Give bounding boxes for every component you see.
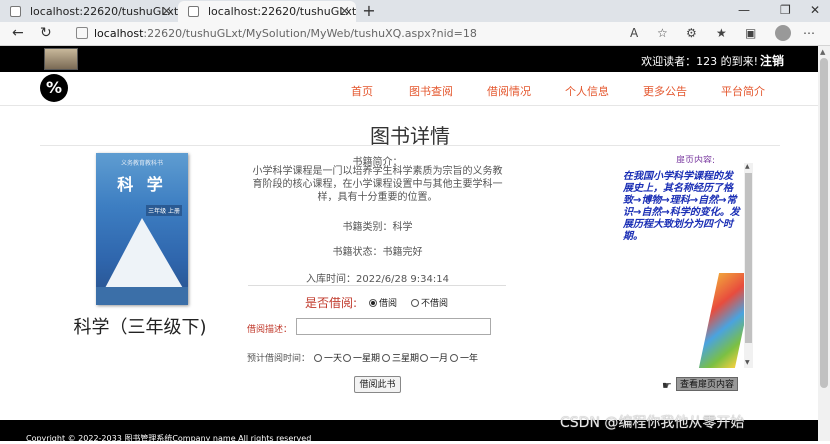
url-host: localhost xyxy=(94,27,144,40)
more-menu-icon[interactable]: ⋯ xyxy=(803,26,815,40)
nav-about[interactable]: 平台简介 xyxy=(721,83,765,99)
back-icon[interactable]: ← xyxy=(12,25,24,41)
radio-circle[interactable] xyxy=(369,298,377,307)
nav-announcements[interactable]: 更多公告 xyxy=(643,83,687,99)
flyleaf-scrollbar[interactable]: ▲ ▼ xyxy=(744,163,753,368)
plan-option-day[interactable]: 一天 xyxy=(314,351,342,364)
close-icon[interactable]: × xyxy=(339,1,350,22)
page-icon xyxy=(188,6,199,17)
divider xyxy=(248,285,506,286)
greeting-text: 欢迎读者：123 的到来! xyxy=(641,55,758,68)
book-title: 科学（三年级下) xyxy=(73,317,207,338)
desc-label: 借阅描述： xyxy=(247,325,293,335)
nav-book-search[interactable]: 图书查阅 xyxy=(409,83,453,99)
page-icon xyxy=(10,6,21,17)
view-flyleaf-button[interactable]: 查看扉页内容 xyxy=(676,377,738,391)
radio-borrow[interactable]: 借阅 xyxy=(369,296,397,309)
tab-label: localhost:22620/tushuGLxt/MySo xyxy=(30,5,178,18)
book-status: 书籍状态：书籍完好 xyxy=(332,247,423,258)
favorites-icon[interactable]: ★ xyxy=(716,26,727,40)
intro-text: 小学科学课程是一门以培养学生科学素质为宗旨的义务教育阶段的核心课程，在小学课程设… xyxy=(252,166,503,203)
site-top-bar: 欢迎读者：123 的到来! 注销 xyxy=(0,46,818,72)
profile-avatar[interactable] xyxy=(775,25,791,41)
new-tab-button[interactable]: + xyxy=(356,1,382,22)
url-field[interactable]: localhost:22620/tushuGLxt/MySolution/MyW… xyxy=(70,24,620,43)
site-logo: % xyxy=(40,74,68,102)
tab-label: localhost:22620/tushuGLxt/MySo xyxy=(208,5,356,18)
plan-label: 预计借阅时间： xyxy=(247,354,311,364)
collections-icon[interactable]: ▣ xyxy=(745,26,756,40)
borrow-label: 是否借阅: xyxy=(305,296,358,310)
radio-circle[interactable] xyxy=(411,298,419,307)
page-scrollbar[interactable]: ▲ xyxy=(818,46,830,441)
scrollbar-thumb[interactable] xyxy=(820,58,828,388)
plan-option-week[interactable]: 一星期 xyxy=(343,351,380,364)
divider xyxy=(40,145,780,146)
url-path: :22620/tushuGLxt/MySolution/MyWeb/tushuX… xyxy=(143,27,477,40)
minimize-icon[interactable]: — xyxy=(738,3,750,17)
nav-home[interactable]: 首页 xyxy=(351,83,373,99)
stock-time: 入库时间：2022/6/28 9:34:14 xyxy=(305,274,449,285)
sea-graphic xyxy=(96,287,188,305)
read-aloud-icon[interactable]: A xyxy=(630,26,638,40)
borrow-book-button[interactable]: 借阅此书 xyxy=(354,376,401,393)
reload-icon[interactable]: ↻ xyxy=(40,25,52,41)
browser-tab-bar: localhost:22620/tushuGLxt/MySo × localho… xyxy=(0,0,830,22)
nav-borrow-status[interactable]: 借阅情况 xyxy=(487,83,531,99)
favorite-star-icon[interactable]: ☆ xyxy=(657,26,668,40)
pointer-hand-icon: ☛ xyxy=(662,379,672,392)
plan-option-three-weeks[interactable]: 三星期 xyxy=(382,351,419,364)
cover-grade: 三年级 上册 xyxy=(146,205,182,216)
page-info-icon[interactable] xyxy=(76,27,88,39)
scrollbar-thumb[interactable] xyxy=(745,173,752,343)
books-image xyxy=(44,48,78,70)
cover-title: 科 学 xyxy=(117,175,167,194)
close-icon[interactable]: × xyxy=(161,1,172,22)
window-close-icon[interactable]: ✕ xyxy=(810,3,820,17)
browser-tab-2[interactable]: localhost:22620/tushuGLxt/MySo × xyxy=(178,1,356,22)
scroll-up-icon[interactable]: ▲ xyxy=(820,48,825,56)
logout-link[interactable]: 注销 xyxy=(760,52,784,69)
plan-option-month[interactable]: 一月 xyxy=(420,351,448,364)
scroll-down-icon[interactable]: ▼ xyxy=(745,359,750,366)
flyleaf-text: 在我国小学科学课程的发展史上，其名称经历了格致→博物→理科→自然→常识→自然→科… xyxy=(623,171,740,242)
copyright-text: Copyright © 2022-2033 图书管理系统Company name… xyxy=(26,434,312,443)
cover-series-text: 义务教育教科书 xyxy=(120,160,163,167)
book-cover-image: 义务教育教科书 科 学 三年级 上册 xyxy=(96,153,188,305)
borrow-desc-input[interactable] xyxy=(296,318,491,335)
flyleaf-frame[interactable]: 在我国小学科学课程的发展史上，其名称经历了格致→博物→理科→自然→常识→自然→科… xyxy=(617,163,753,368)
watermark-text: CSDN @编程你我他从零开始 xyxy=(560,415,745,431)
radio-not-borrow[interactable]: 不借阅 xyxy=(411,296,448,309)
plan-option-year[interactable]: 一年 xyxy=(450,351,478,364)
iceberg-graphic xyxy=(104,218,184,290)
book-category: 书籍类别：科学 xyxy=(342,222,413,233)
browser-tab-1[interactable]: localhost:22620/tushuGLxt/MySo × xyxy=(0,1,178,22)
address-bar: ← ↻ localhost:22620/tushuGLxt/MySolution… xyxy=(0,22,830,46)
maximize-icon[interactable]: ❐ xyxy=(780,3,791,17)
scroll-up-icon[interactable]: ▲ xyxy=(745,163,750,170)
extensions-icon[interactable]: ⚙ xyxy=(686,26,697,40)
nav-profile[interactable]: 个人信息 xyxy=(565,83,609,99)
